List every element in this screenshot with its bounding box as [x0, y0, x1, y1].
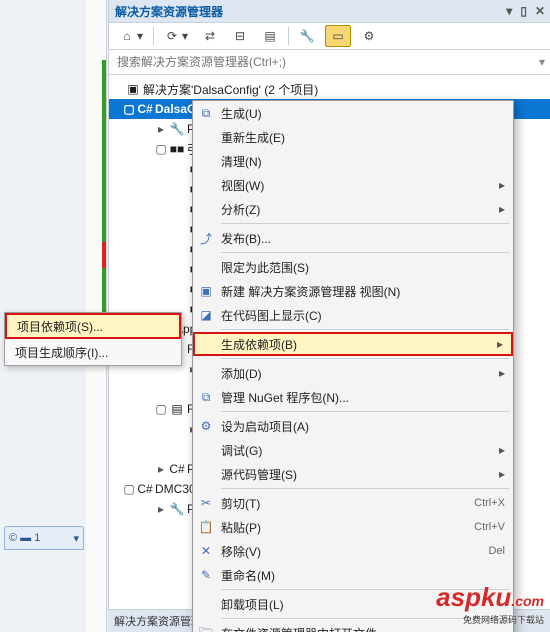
dock-tab-label: © ▬ 1 [9, 532, 40, 544]
preview-icon: ▭ [330, 28, 346, 44]
submenu-arrow-icon: ▸ [499, 467, 505, 481]
project-submenu: 项目依赖项(S)... 项目生成顺序(I)... [4, 312, 182, 366]
pin-icon[interactable]: ▯ [520, 4, 527, 18]
panel-title: 解决方案资源管理器 [115, 3, 223, 20]
project-dependencies-item[interactable]: 项目依赖项(S)... [5, 313, 181, 339]
folder-icon: 🗁 [197, 623, 215, 632]
expand-icon[interactable]: ▢ [155, 402, 167, 416]
expand-icon[interactable]: ▢ [155, 142, 167, 156]
expand-icon[interactable]: ▸ [155, 502, 167, 516]
submenu-arrow-icon: ▸ [497, 337, 503, 351]
ctx-build-deps[interactable]: 生成依赖项(B)▸ [193, 332, 513, 356]
context-menu: ⧉生成(U) 重新生成(E) 清理(N) 视图(W)▸ 分析(Z)▸ ⤴发布(B… [192, 100, 514, 632]
watermark: aspku.com 免费网络源码下载站 [436, 582, 544, 626]
footer-tab-label: 解决方案资源管理 [114, 613, 202, 629]
separator [288, 27, 289, 45]
home-button[interactable]: ⌂▾ [115, 26, 147, 46]
refresh-icon: ⟳ [164, 28, 180, 44]
chevron-down-icon: ▾ [73, 532, 79, 545]
collapse-button[interactable]: ⊟ [228, 26, 252, 46]
solution-node[interactable]: ▣解决方案'DalsaConfig' (2 个项目) [109, 79, 550, 99]
submenu-arrow-icon: ▸ [499, 178, 505, 192]
separator [221, 223, 509, 224]
ctx-view[interactable]: 视图(W)▸ [193, 173, 513, 197]
refresh-button[interactable]: ⟳▾ [160, 26, 192, 46]
ctx-rebuild[interactable]: 重新生成(E) [193, 125, 513, 149]
expand-icon[interactable]: ▢ [123, 482, 135, 496]
build-icon: ⧉ [197, 106, 215, 121]
wrench-icon: 🔧 [299, 28, 315, 44]
showall-icon: ▤ [262, 28, 278, 44]
dock-tab[interactable]: © ▬ 1 ▾ [4, 526, 84, 550]
separator [221, 488, 509, 489]
search-box[interactable]: ▾ [109, 50, 550, 75]
ctx-debug[interactable]: 调试(G)▸ [193, 438, 513, 462]
ctx-build[interactable]: ⧉生成(U) [193, 101, 513, 125]
startup-icon: ⚙ [197, 419, 215, 433]
references-icon: ■■ [169, 142, 185, 156]
publish-icon: ⤴ [197, 230, 215, 247]
ctx-nuget[interactable]: ⧉管理 NuGet 程序包(N)... [193, 385, 513, 409]
solution-icon: ▣ [125, 82, 141, 96]
ctx-new-view[interactable]: ▣新建 解决方案资源管理器 视图(N) [193, 279, 513, 303]
preview-button[interactable]: ▭ [325, 25, 351, 47]
cut-icon: ✂ [197, 496, 215, 510]
ctx-remove[interactable]: ✕移除(V)Del [193, 539, 513, 563]
wrench-icon: 🔧 [169, 122, 185, 136]
change-indicator [102, 60, 106, 320]
separator [221, 329, 509, 330]
search-input[interactable] [115, 54, 539, 70]
panel-titlebar[interactable]: 解决方案资源管理器 ▾ ▯ ✕ [109, 0, 550, 23]
chevron-down-icon: ▾ [137, 29, 143, 43]
options-icon: ⚙ [361, 28, 377, 44]
expand-icon[interactable]: ▸ [155, 462, 167, 476]
ctx-cut[interactable]: ✂剪切(T)Ctrl+X [193, 491, 513, 515]
ctx-clean[interactable]: 清理(N) [193, 149, 513, 173]
close-icon[interactable]: ✕ [535, 4, 545, 18]
ctx-scope[interactable]: 限定为此范围(S) [193, 255, 513, 279]
rename-icon: ✎ [197, 568, 215, 582]
properties-button[interactable]: 🔧 [295, 26, 319, 46]
sync-button[interactable]: ⇄ [198, 26, 222, 46]
submenu-arrow-icon: ▸ [499, 202, 505, 216]
expand-icon[interactable]: ▢ [123, 102, 135, 116]
ctx-source-control[interactable]: 源代码管理(S)▸ [193, 462, 513, 486]
code-map-icon: ◪ [197, 308, 215, 322]
csharp-project-icon: C# [137, 102, 153, 116]
separator [221, 411, 509, 412]
chevron-down-icon: ▾ [182, 29, 188, 43]
project-build-order-item[interactable]: 项目生成顺序(I)... [5, 339, 181, 365]
ctx-publish[interactable]: ⤴发布(B)... [193, 226, 513, 250]
ctx-analyze[interactable]: 分析(Z)▸ [193, 197, 513, 221]
new-view-icon: ▣ [197, 284, 215, 298]
remove-icon: ✕ [197, 544, 215, 558]
ctx-paste[interactable]: 📋粘贴(P)Ctrl+V [193, 515, 513, 539]
home-icon: ⌂ [119, 28, 135, 44]
ctx-startup[interactable]: ⚙设为启动项目(A) [193, 414, 513, 438]
form-icon: ▤ [169, 402, 185, 416]
submenu-arrow-icon: ▸ [499, 366, 505, 380]
toolbar: ⌂▾ ⟳▾ ⇄ ⊟ ▤ 🔧 ▭ ⚙ [109, 23, 550, 50]
options-button[interactable]: ⚙ [357, 26, 381, 46]
collapse-icon: ⊟ [232, 28, 248, 44]
separator [221, 358, 509, 359]
sync-icon: ⇄ [202, 28, 218, 44]
showall-button[interactable]: ▤ [258, 26, 282, 46]
ctx-add[interactable]: 添加(D)▸ [193, 361, 513, 385]
search-dropdown-icon[interactable]: ▾ [539, 55, 545, 69]
submenu-arrow-icon: ▸ [499, 443, 505, 457]
separator [221, 252, 509, 253]
nuget-icon: ⧉ [197, 390, 215, 405]
ctx-code-map[interactable]: ◪在代码图上显示(C) [193, 303, 513, 327]
csharp-project-icon: C# [137, 482, 153, 496]
paste-icon: 📋 [197, 520, 215, 534]
expand-icon[interactable]: ▸ [155, 122, 167, 136]
cs-icon: C# [169, 462, 185, 476]
panel-menu-icon[interactable]: ▾ [506, 4, 512, 18]
wrench-icon: 🔧 [169, 502, 185, 516]
separator [153, 27, 154, 45]
